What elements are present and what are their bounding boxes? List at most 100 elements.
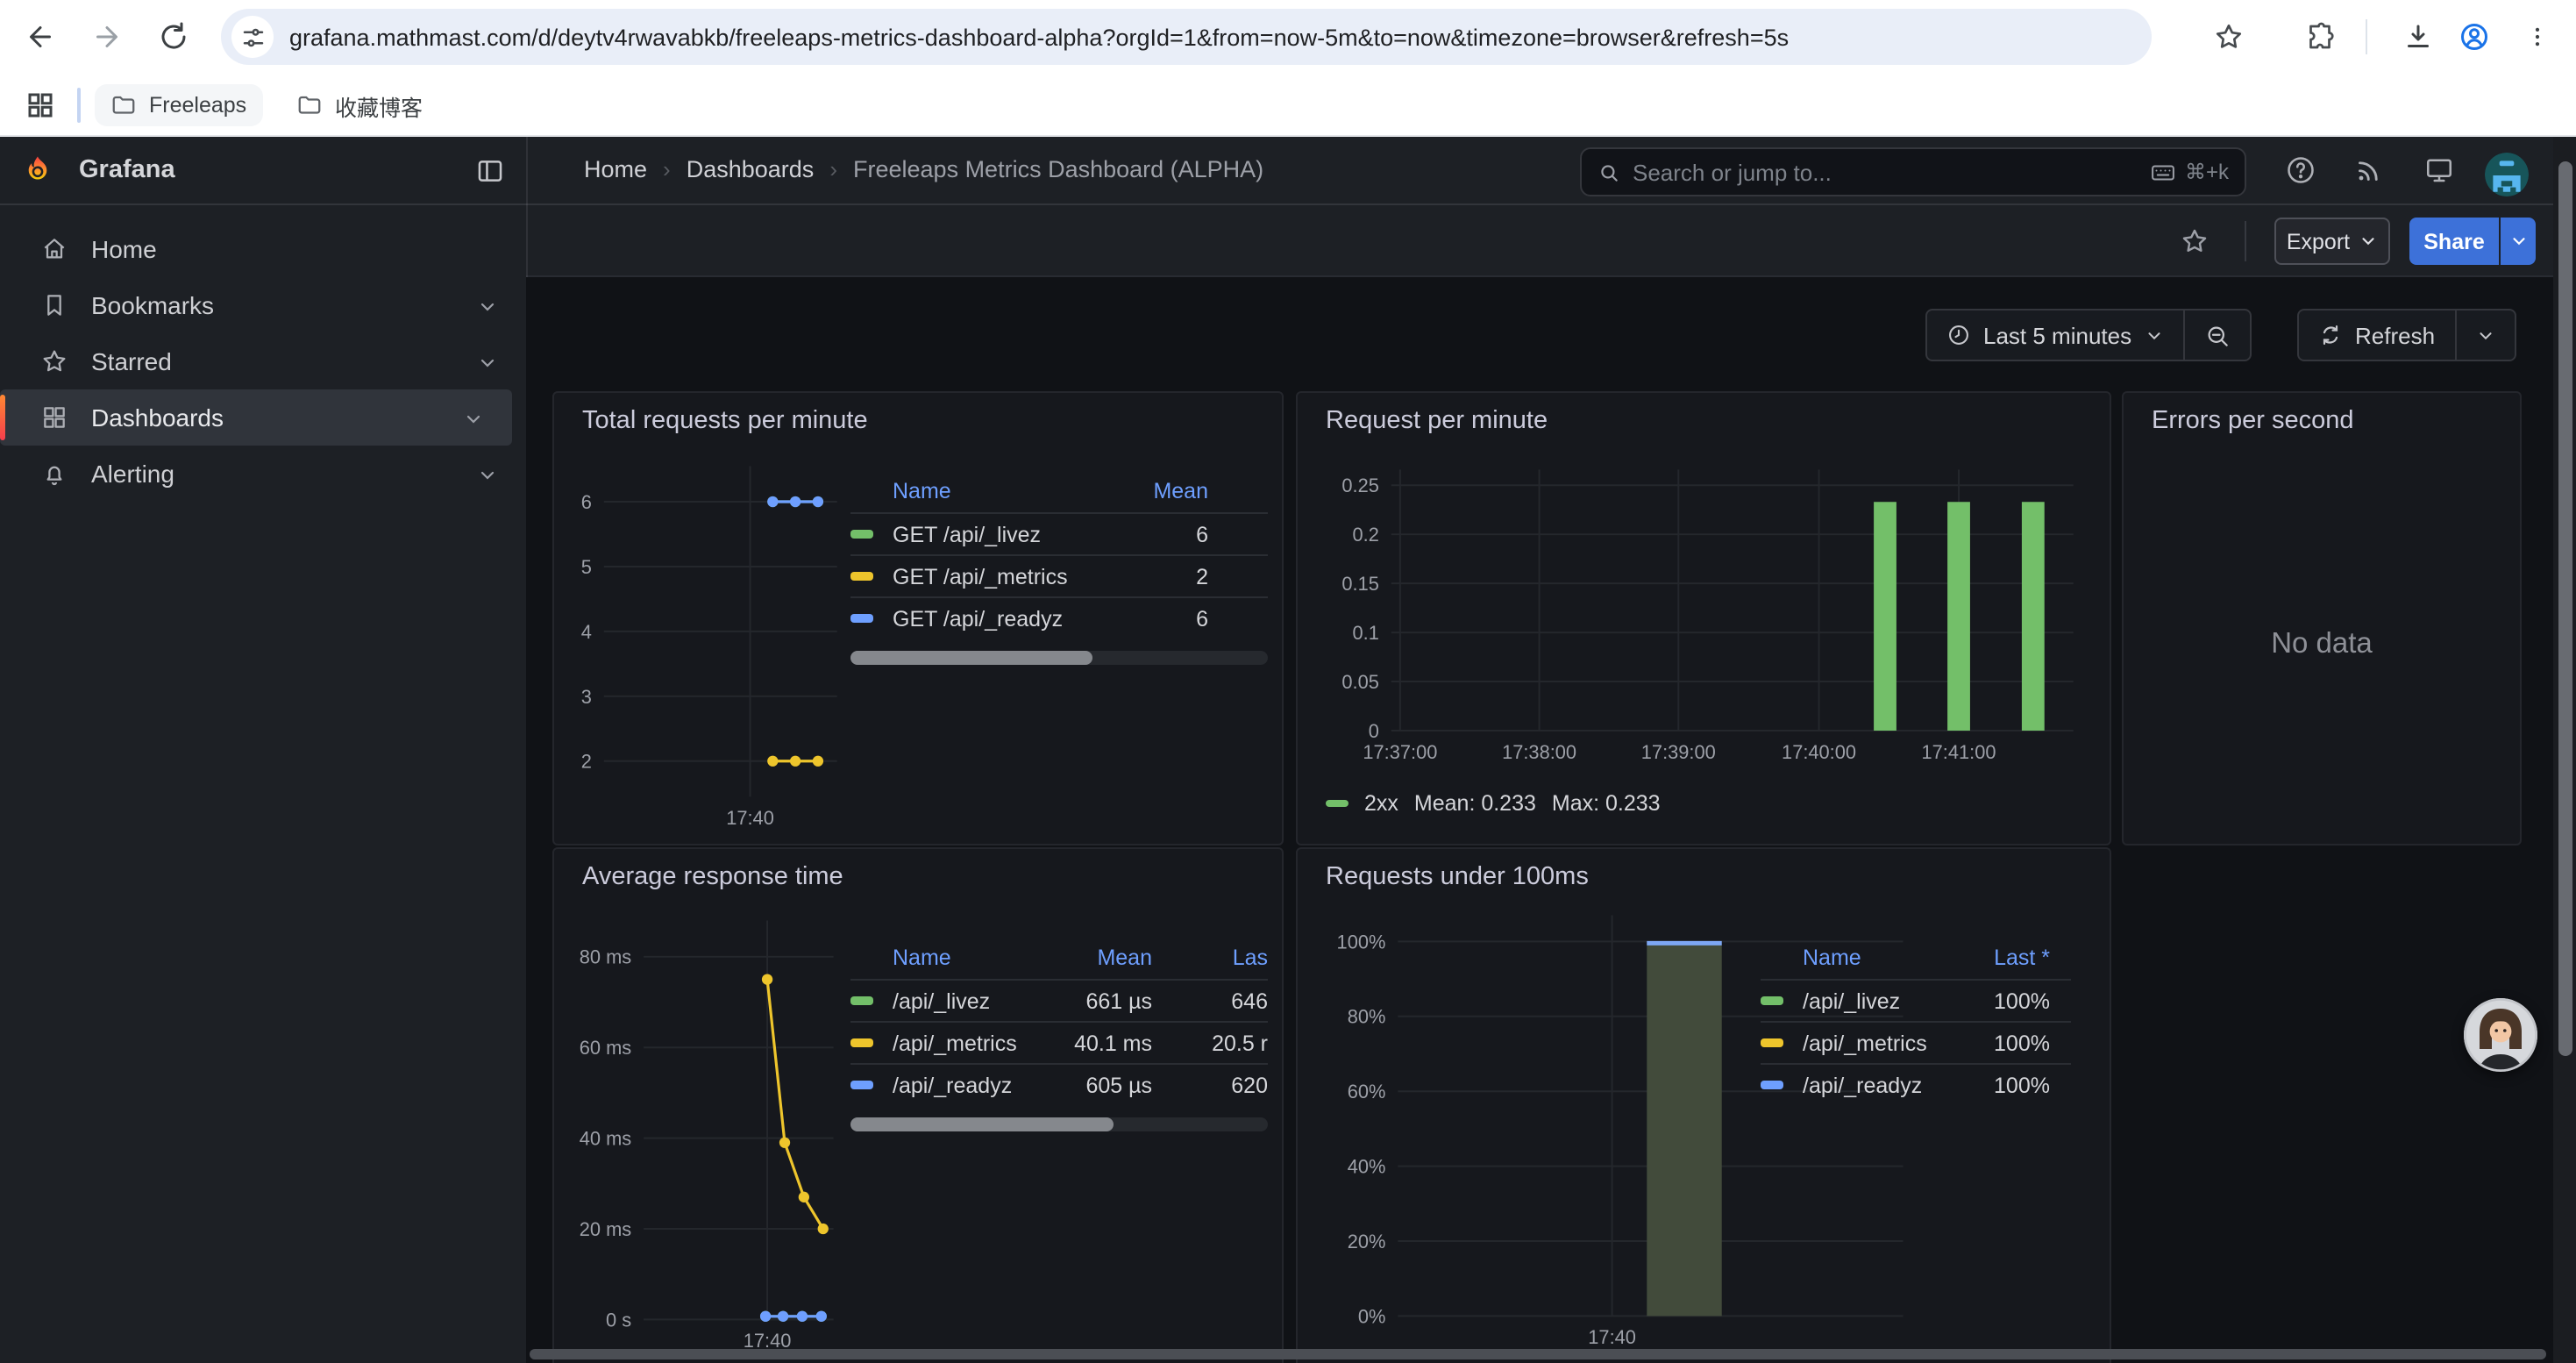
chevron-down-icon	[2508, 232, 2528, 251]
grafana-logo-icon[interactable]	[21, 154, 54, 188]
svg-text:0%: 0%	[1358, 1305, 1386, 1327]
folder-icon	[296, 92, 323, 118]
search-icon	[1598, 161, 1620, 183]
legend-name: Name	[893, 479, 1103, 503]
sidebar-item-bookmarks[interactable]: Bookmarks	[0, 277, 526, 333]
time-range-picker[interactable]: Last 5 minutes	[1927, 310, 2182, 360]
apps-grid-icon[interactable]	[25, 89, 56, 121]
favorite-star-icon[interactable]	[2180, 226, 2210, 256]
legend-stat: Mean: 0.233	[1414, 791, 1536, 816]
svg-text:0.1: 0.1	[1353, 622, 1379, 644]
legend-row[interactable]: /api/_readyz100%	[1761, 1063, 2071, 1105]
series-swatch	[1761, 1039, 1803, 1047]
legend-row[interactable]: /api/_livez661 µs646	[850, 979, 1268, 1021]
scrollbar-thumb[interactable]	[2558, 161, 2572, 1056]
grafana-app: Grafana Home › Dashboards › Freeleaps Me…	[0, 137, 2576, 1363]
svg-text:20%: 20%	[1348, 1231, 1386, 1252]
sidebar-item-starred[interactable]: Starred	[0, 333, 526, 389]
legend-header: NameMeanLas	[850, 937, 1268, 979]
refresh-interval-button[interactable]	[2454, 310, 2514, 360]
mega-menu-toggle-icon[interactable]	[475, 156, 505, 186]
panel-title[interactable]: Request per minute	[1326, 407, 1548, 435]
legend-row[interactable]: GET /api/_readyz6	[850, 596, 1268, 639]
legend-scrollbar[interactable]	[850, 1117, 1268, 1131]
search-input[interactable]: Search or jump to... ⌘+k	[1580, 147, 2246, 196]
legend-row[interactable]: /api/_readyz605 µs620	[850, 1063, 1268, 1105]
legend-name: /api/_readyz	[1803, 1073, 1948, 1097]
svg-text:17:40: 17:40	[1588, 1326, 1636, 1348]
legend-value: 6	[1103, 606, 1208, 631]
svg-text:17:38:00: 17:38:00	[1502, 741, 1576, 763]
sidebar-item-label: Dashboards	[91, 403, 224, 432]
legend-value: Mean	[1050, 946, 1152, 970]
breadcrumb-dashboards[interactable]: Dashboards	[687, 156, 815, 182]
monitor-icon[interactable]	[2423, 154, 2455, 186]
user-avatar[interactable]	[2485, 153, 2529, 196]
forward-icon[interactable]	[91, 21, 123, 53]
legend-value: 20.5 r	[1152, 1031, 1268, 1055]
reload-icon[interactable]	[158, 21, 189, 53]
breadcrumb-home[interactable]: Home	[584, 156, 647, 182]
zoom-out-button[interactable]	[2182, 310, 2249, 360]
sidebar-item-alerting[interactable]: Alerting	[0, 446, 526, 502]
news-rss-icon[interactable]	[2353, 154, 2385, 186]
panel-title[interactable]: Requests under 100ms	[1326, 863, 1589, 891]
legend-name: Name	[1803, 946, 1948, 970]
panel-title[interactable]: Errors per second	[2152, 407, 2354, 435]
chevron-down-icon[interactable]	[477, 463, 498, 484]
help-icon[interactable]	[2285, 154, 2316, 186]
series-swatch	[850, 997, 893, 1005]
series-swatch	[850, 1039, 893, 1047]
grid-icon	[40, 403, 68, 432]
back-icon[interactable]	[25, 21, 56, 53]
chevron-down-icon[interactable]	[477, 351, 498, 372]
sidebar-item-dashboards[interactable]: Dashboards	[0, 389, 512, 446]
legend-row[interactable]: /api/_metrics100%	[1761, 1021, 2071, 1063]
site-info-icon[interactable]	[231, 16, 274, 58]
download-icon[interactable]	[2402, 21, 2434, 53]
sidebar-item-home[interactable]: Home	[0, 221, 526, 277]
legend-row[interactable]: /api/_metrics40.1 ms20.5 r	[850, 1021, 1268, 1063]
chevron-down-icon[interactable]	[477, 295, 498, 316]
panel-title[interactable]: Average response time	[582, 863, 843, 891]
bell-icon	[40, 460, 68, 488]
legend-name: GET /api/_metrics	[893, 564, 1103, 589]
svg-text:3: 3	[581, 686, 592, 708]
grafana-brand[interactable]: Grafana	[79, 156, 175, 184]
profile-icon[interactable]	[2459, 21, 2490, 53]
scrollbar-thumb[interactable]	[850, 1117, 1114, 1131]
address-bar[interactable]: grafana.mathmast.com/d/deytv4rwavabkb/fr…	[221, 9, 2152, 65]
url-text[interactable]: grafana.mathmast.com/d/deytv4rwavabkb/fr…	[289, 24, 2152, 50]
legend-value: 100%	[1948, 1031, 2050, 1055]
chevron-down-icon[interactable]	[463, 407, 484, 428]
vertical-scrollbar[interactable]	[2553, 137, 2576, 1363]
share-menu-button[interactable]	[2501, 218, 2536, 265]
time-range-group: Last 5 minutes	[1925, 309, 2251, 361]
breadcrumb-current: Freeleaps Metrics Dashboard (ALPHA)	[853, 156, 1263, 182]
svg-text:2: 2	[581, 751, 592, 773]
bookmark-folder-freeleaps[interactable]: Freeleaps	[95, 84, 262, 126]
series-swatch	[850, 573, 893, 581]
legend-value: 620	[1152, 1073, 1268, 1097]
legend-item[interactable]: 2xxMean: 0.233Max: 0.233	[1326, 791, 1661, 816]
scrollbar-thumb[interactable]	[850, 651, 1092, 665]
legend-scrollbar[interactable]	[850, 651, 1268, 665]
svg-text:4: 4	[581, 621, 592, 643]
share-button[interactable]: Share	[2409, 218, 2499, 265]
svg-text:20 ms: 20 ms	[580, 1218, 632, 1240]
horizontal-scrollbar[interactable]	[530, 1349, 2546, 1359]
chevron-down-icon	[2144, 325, 2163, 345]
search-shortcut: ⌘+k	[2150, 159, 2229, 185]
legend-row[interactable]: GET /api/_metrics2	[850, 554, 1268, 596]
legend-value: 646	[1152, 988, 1268, 1013]
assistant-avatar[interactable]	[2464, 998, 2537, 1072]
browser-menu-icon[interactable]	[2525, 21, 2550, 53]
export-button[interactable]: Export	[2274, 218, 2390, 265]
legend-row[interactable]: GET /api/_livez6	[850, 512, 1268, 554]
legend-row[interactable]: /api/_livez100%	[1761, 979, 2071, 1021]
panel-title[interactable]: Total requests per minute	[582, 407, 868, 435]
bookmark-folder-blogs[interactable]: 收藏博客	[281, 84, 438, 126]
extensions-icon[interactable]	[2304, 21, 2336, 53]
bookmark-star-icon[interactable]	[2213, 21, 2245, 53]
refresh-button[interactable]: Refresh	[2299, 310, 2454, 360]
